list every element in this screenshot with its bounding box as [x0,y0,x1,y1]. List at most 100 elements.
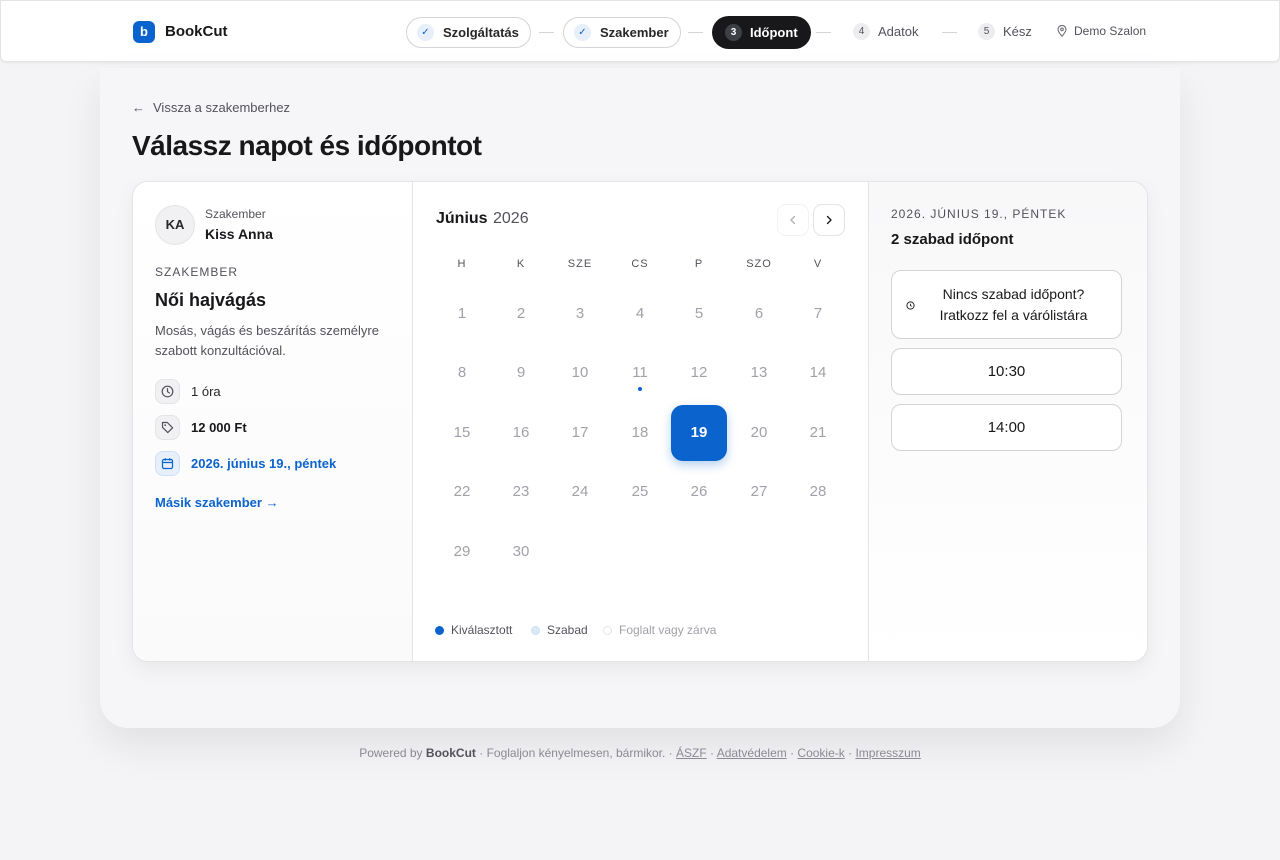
calendar-day[interactable]: 18 [612,405,668,461]
calendar-day[interactable]: 27 [731,464,787,520]
day-number: 9 [516,364,526,382]
day-number: 24 [571,483,589,501]
calendar-day[interactable]: 13 [731,345,787,401]
other-staff-link[interactable]: Másik szakember → [155,495,279,510]
booking-panel: KA Szakember Kiss Anna SZAKEMBER Női haj… [132,181,1148,662]
calendar-day[interactable]: 7 [790,286,846,342]
day-number: 30 [512,542,530,560]
calendar-day[interactable]: 9 [493,345,549,401]
calendar-day[interactable]: 14 [790,345,846,401]
day-number: 16 [512,423,530,441]
calendar-day[interactable]: 8 [434,345,490,401]
map-pin-icon [1057,25,1067,37]
calendar-day[interactable]: 10 [552,345,608,401]
day-number: 27 [750,483,768,501]
calendar-day[interactable]: 25 [612,464,668,520]
service-name: Női hajvágás [155,290,267,310]
calendar-day[interactable]: 3 [552,286,608,342]
footer-link-aszf[interactable]: ÁSZF [676,746,707,760]
brand-name[interactable]: BookCut [165,23,228,40]
back-link-label: Vissza a szakemberhez [153,100,291,115]
weekday-label: CS [631,258,649,270]
legend-swatch [531,625,540,635]
calendar-day[interactable]: 11 [612,345,668,401]
next-month-button[interactable] [813,204,845,236]
footer-link-cookies[interactable]: Cookie-k [797,746,844,760]
calendar-day[interactable]: 16 [493,405,549,461]
weekday-label: P [694,258,704,270]
duration-row: 1 óra [155,379,221,404]
service-description: Mosás, vágás és beszárítás személyre sza… [155,323,379,358]
legend-booked: Foglalt vagy zárva [603,623,716,637]
calendar-day[interactable]: 17 [552,405,608,461]
day-number: 2 [516,305,526,322]
footer-link-privacy[interactable]: Adatvédelem [717,746,787,760]
step-szakember[interactable]: ✓ Szakember [563,17,681,48]
staff-name: Kiss Anna [205,226,273,242]
day-number: 18 [631,423,649,441]
calendar-day[interactable]: 26 [671,464,727,520]
chevron-right-icon [826,215,832,225]
step-number: 5 [978,23,995,40]
calendar-day[interactable]: 21 [790,405,846,461]
back-link[interactable]: ← Vissza a szakemberhez [132,100,290,115]
bookcut-logo[interactable]: b [133,21,155,43]
calendar-day[interactable]: 30 [493,524,549,580]
slots-count: 2 szabad időpont [891,231,1014,248]
calendar-day[interactable]: 28 [790,464,846,520]
duration-value: 1 óra [191,384,221,399]
weekday-label: K [516,258,526,270]
clock-icon [906,301,915,310]
footer-tagline: · Foglaljon kényelmesen, bármikor. · [479,746,673,760]
legend-selected: Kiválasztott [435,623,512,637]
day-number: 3 [575,305,585,322]
legend-swatch [603,625,612,635]
calendar-day[interactable]: 20 [731,405,787,461]
page-title: Válassz napot és időpontot [132,130,482,161]
calendar-day[interactable]: 12 [671,345,727,401]
check-icon: ✓ [417,24,434,41]
calendar-day[interactable]: 24 [552,464,608,520]
day-number: 8 [457,364,467,382]
day-number: 13 [750,364,768,382]
step-number: 3 [725,24,742,41]
top-bar: b BookCut ✓ Szolgáltatás ✓ Szakember 3 I… [0,0,1280,62]
weekday-label: SZO [746,258,772,270]
time-slot-button[interactable]: 14:00 [891,404,1122,451]
step-idopont[interactable]: 3 Időpont [712,16,811,49]
footer: Powered by BookCut · Foglaljon kényelmes… [359,746,921,760]
day-number: 23 [512,483,530,501]
footer-link-imprint[interactable]: Impresszum [855,746,920,760]
step-label: Időpont [750,25,798,40]
salon-indicator: Demo Szalon [1057,24,1146,38]
step-divider [688,32,703,33]
slots-date-heading: 2026. JÚNIUS 19., PÉNTEK [891,207,1067,221]
salon-name: Demo Szalon [1074,24,1147,38]
calendar-day[interactable]: 22 [434,464,490,520]
time-slot-button[interactable]: 10:30 [891,348,1122,395]
calendar-day[interactable]: 5 [671,286,727,342]
calendar-day[interactable]: 1 [434,286,490,342]
calendar-day[interactable]: 23 [493,464,549,520]
calendar-day-selected[interactable]: 19 [671,404,727,461]
day-number: 14 [809,364,827,382]
day-number: 12 [690,364,708,382]
day-number: 1 [457,305,467,322]
waitlist-button[interactable]: Nincs szabad időpont? Iratkozz fel a vár… [891,270,1122,339]
calendar-day[interactable]: 29 [434,524,490,580]
prev-month-button[interactable] [777,204,809,236]
calendar-day[interactable]: 6 [731,286,787,342]
availability-dot [638,387,642,392]
step-szolgaltatas[interactable]: ✓ Szolgáltatás [406,17,531,48]
calendar-year: 2026 [493,210,529,227]
day-number: 22 [453,483,471,501]
step-label: Szolgáltatás [443,25,519,40]
calendar-day[interactable]: 2 [493,286,549,342]
chevron-left-icon [790,215,796,225]
date-row: 2026. június 19., péntek [155,451,336,476]
calendar-icon [155,451,180,476]
calendar-day[interactable]: 15 [434,405,490,461]
calendar-month: Június [436,210,488,227]
step-kesz: 5 Kész [978,23,1032,40]
calendar-day[interactable]: 4 [612,286,668,342]
